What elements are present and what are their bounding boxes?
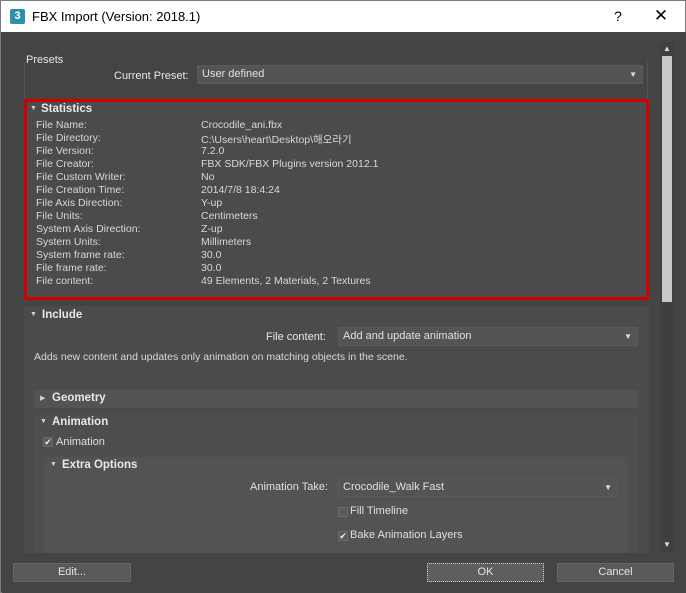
- statistics-value: FBX SDK/FBX Plugins version 2012.1: [201, 158, 379, 170]
- statistics-section: ▼ Statistics File Name: Crocodile_ani.fbx…: [24, 99, 649, 300]
- statistics-row: System Units: Millimeters: [36, 236, 636, 249]
- statistics-row: File Name: Crocodile_ani.fbx: [36, 119, 636, 132]
- bake-animation-layers-label[interactable]: Bake Animation Layers: [350, 529, 463, 541]
- statistics-row: File Version: 7.2.0: [36, 145, 636, 158]
- vertical-scrollbar[interactable]: ▲ ▼: [660, 42, 674, 552]
- statistics-key: File Creator:: [36, 158, 94, 170]
- statistics-title[interactable]: Statistics: [41, 103, 92, 115]
- animation-checkbox[interactable]: ✔: [43, 437, 53, 447]
- dialog-footer: Edit... OK Cancel: [2, 553, 686, 593]
- expanded-triangle-icon[interactable]: ▼: [30, 311, 37, 318]
- fbx-import-dialog: 3 FBX Import (Version: 2018.1) ? ✕ Prese…: [0, 0, 686, 593]
- statistics-value: No: [201, 171, 215, 183]
- statistics-value: Millimeters: [201, 236, 252, 248]
- fill-timeline-label[interactable]: Fill Timeline: [350, 505, 408, 517]
- scroll-down-icon[interactable]: ▼: [660, 538, 674, 552]
- statistics-row: File Custom Writer: No: [36, 171, 636, 184]
- statistics-value: 49 Elements, 2 Materials, 2 Textures: [201, 275, 371, 287]
- statistics-value: Centimeters: [201, 210, 258, 222]
- statistics-row: File Units: Centimeters: [36, 210, 636, 223]
- statistics-value: Crocodile_ani.fbx: [201, 119, 283, 131]
- statistics-row: System Axis Direction: Z-up: [36, 223, 636, 236]
- statistics-row: File Creation Time: 2014/7/8 18:4:24: [36, 184, 636, 197]
- animation-take-dropdown[interactable]: Crocodile_Walk Fast ▼: [338, 478, 618, 497]
- statistics-value: 7.2.0: [201, 145, 225, 157]
- expanded-triangle-icon[interactable]: ▼: [40, 418, 47, 425]
- statistics-key: File Name:: [36, 119, 87, 131]
- cancel-button[interactable]: Cancel: [557, 563, 674, 582]
- statistics-key: System frame rate:: [36, 249, 125, 261]
- animation-title[interactable]: Animation: [52, 416, 108, 428]
- current-preset-value: User defined: [202, 68, 265, 80]
- presets-group-label: Presets: [26, 54, 64, 66]
- close-button[interactable]: ✕: [641, 3, 681, 29]
- include-title[interactable]: Include: [42, 309, 82, 321]
- statistics-key: File frame rate:: [36, 262, 107, 274]
- edit-button[interactable]: Edit...: [13, 563, 131, 582]
- statistics-key: File Units:: [36, 210, 83, 222]
- expanded-triangle-icon[interactable]: ▼: [50, 461, 57, 468]
- animation-take-value: Crocodile_Walk Fast: [343, 481, 445, 493]
- title-bar: 3 FBX Import (Version: 2018.1) ? ✕: [1, 1, 685, 32]
- statistics-row: File Creator: FBX SDK/FBX Plugins version…: [36, 158, 636, 171]
- app-3dsmax-icon: 3: [10, 9, 25, 24]
- ok-button[interactable]: OK: [427, 563, 544, 582]
- file-content-dropdown[interactable]: Add and update animation ▼: [338, 327, 638, 346]
- bake-animation-layers-checkbox[interactable]: ✔: [338, 531, 348, 541]
- statistics-row: System frame rate: 30.0: [36, 249, 636, 262]
- statistics-key: System Axis Direction:: [36, 223, 141, 235]
- dialog-content: Presets Current Preset: User defined ▼ ▼…: [2, 32, 686, 553]
- include-section: ▼ Include File content: Adds new content…: [24, 306, 649, 386]
- geometry-title: Geometry: [52, 392, 106, 404]
- statistics-key: File content:: [36, 275, 94, 287]
- geometry-section[interactable]: ▶ Geometry: [34, 390, 638, 408]
- statistics-value: 30.0: [201, 249, 222, 261]
- statistics-key: File Directory:: [36, 132, 101, 144]
- statistics-value: 30.0: [201, 262, 222, 274]
- animation-checkbox-label[interactable]: Animation: [56, 436, 105, 448]
- statistics-row: File Axis Direction: Y-up: [36, 197, 636, 210]
- statistics-key: File Custom Writer:: [36, 171, 126, 183]
- statistics-row: File Directory: C:\Users\heart\Desktop\해오…: [36, 132, 636, 146]
- statistics-key: File Axis Direction:: [36, 197, 123, 209]
- extra-options-section: ▼ Extra Options Animation Take: Fill Tim…: [44, 457, 628, 553]
- file-content-label: File content:: [266, 331, 326, 343]
- statistics-key: System Units:: [36, 236, 101, 248]
- statistics-value: Y-up: [201, 197, 223, 209]
- current-preset-label: Current Preset:: [114, 70, 189, 82]
- chevron-down-icon: ▼: [624, 332, 632, 341]
- statistics-row: File content: 49 Elements, 2 Materials, 2…: [36, 275, 636, 288]
- help-button[interactable]: ?: [605, 5, 631, 27]
- chevron-down-icon: ▼: [629, 70, 637, 79]
- scroll-up-icon[interactable]: ▲: [660, 42, 674, 56]
- statistics-value: Z-up: [201, 223, 223, 235]
- statistics-value: 2014/7/8 18:4:24: [201, 184, 280, 196]
- expanded-triangle-icon[interactable]: ▼: [30, 105, 37, 112]
- statistics-row: File frame rate: 30.0: [36, 262, 636, 275]
- extra-options-title[interactable]: Extra Options: [62, 459, 137, 471]
- current-preset-dropdown[interactable]: User defined ▼: [197, 65, 643, 84]
- statistics-key: File Version:: [36, 145, 94, 157]
- scrollbar-thumb[interactable]: [662, 56, 672, 302]
- fill-timeline-checkbox[interactable]: [338, 507, 348, 517]
- statistics-key: File Creation Time:: [36, 184, 125, 196]
- window-title: FBX Import (Version: 2018.1): [32, 9, 201, 24]
- collapsed-triangle-icon: ▶: [40, 395, 46, 402]
- animation-take-label: Animation Take:: [250, 481, 329, 493]
- file-content-value: Add and update animation: [343, 330, 472, 342]
- include-description: Adds new content and updates only animat…: [34, 351, 408, 363]
- chevron-down-icon: ▼: [604, 483, 612, 492]
